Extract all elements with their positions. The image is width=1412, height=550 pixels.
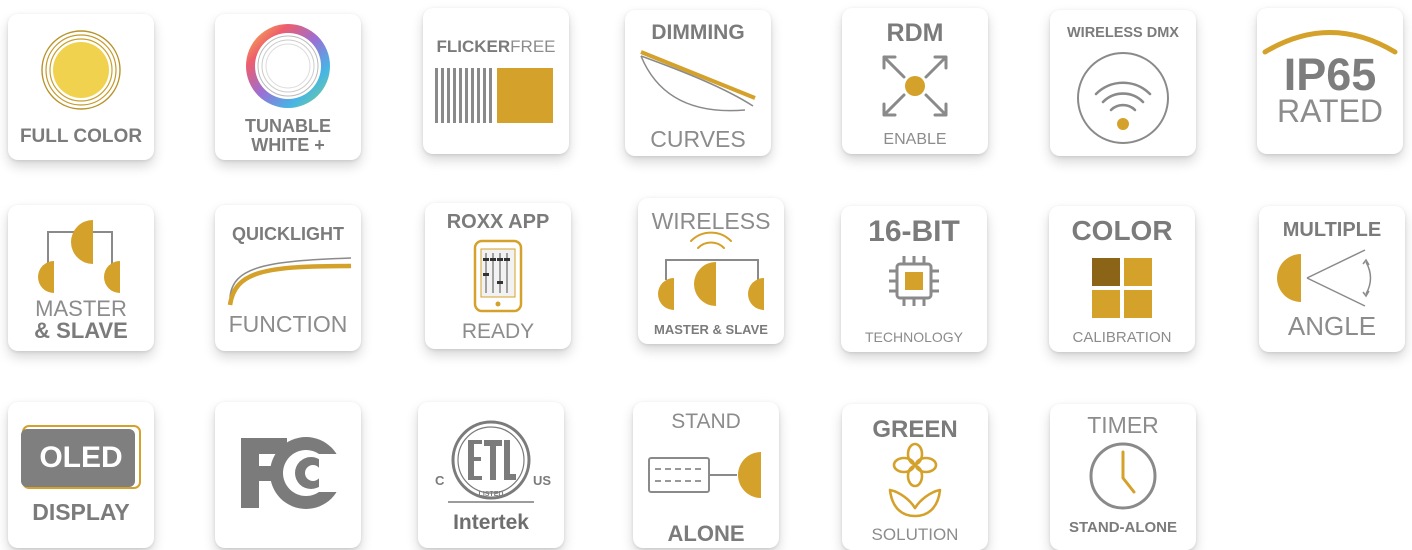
badge-flicker-free: FLICKERFREE (423, 8, 569, 154)
badge-label-line2: ANGLE (1287, 311, 1377, 341)
badge-label-line2: CURVES (650, 126, 746, 152)
badge-label-intertek: Intertek (453, 511, 529, 534)
badge-rdm-enable: RDM ENABLE (842, 8, 988, 154)
badge-label-line2: ALONE (667, 521, 745, 546)
badge-label-line1: MASTER (35, 296, 127, 321)
badge-label-line2: RATED (1276, 93, 1384, 129)
badge-label-line2: ENABLE (883, 131, 947, 148)
badge-label-line2: & SLAVE (34, 318, 128, 343)
badge-label-us: US (532, 473, 551, 488)
badge-timer: TIMER STAND-ALONE (1050, 404, 1196, 550)
badge-wireless-master-slave: WIRELESS MASTER & SLAVE (638, 198, 784, 344)
badge-label-c: C (435, 473, 445, 488)
badge-label-line2: TECHNOLOGY (864, 329, 963, 345)
badge-fc (215, 402, 361, 548)
badge-roxx-app: ROXX APP READY (425, 203, 571, 349)
badge-oled-display: OLED DISPLAY (8, 402, 154, 548)
badge-multiple-angle: MULTIPLE ANGLE (1259, 206, 1405, 352)
badge-tunable-white: TUNABLE WHITE + (215, 14, 361, 160)
badge-color-calibration: COLOR CALIBRATION (1049, 206, 1195, 352)
badge-ip65-rated: IP65 RATED (1257, 8, 1403, 154)
oled-screen-icon (21, 425, 141, 489)
badge-quicklight-function: QUICKLIGHT FUNCTION (215, 205, 361, 351)
badge-etl-listed: C US LISTED Intertek (418, 402, 564, 548)
badge-label: FULL COLOR (19, 126, 143, 147)
badge-green-solution: GREEN SOLUTION (842, 404, 988, 550)
badge-label-line2: DISPLAY (32, 499, 130, 525)
badge-label-line2: FUNCTION (228, 311, 348, 337)
badge-label-line1: TUNABLE (245, 116, 331, 136)
badge-16-bit: 16-BIT TECHNOLOGY (841, 206, 987, 352)
badge-stand-alone: STAND ALONE (633, 402, 779, 548)
badge-label-line2: WHITE + (251, 135, 325, 155)
badge-label-line2: STAND-ALONE (1068, 519, 1178, 536)
badge-full-color: FULL COLOR (8, 14, 154, 160)
wifi-icon (1077, 52, 1169, 144)
badge-label-line2: READY (461, 320, 535, 343)
badge-master-slave: MASTER & SLAVE (8, 205, 154, 351)
badge-label-line1: OLED (39, 441, 123, 474)
badge-dimming-curves: DIMMING CURVES (625, 10, 771, 156)
badge-wireless-dmx: WIRELESS DMX (1050, 10, 1196, 156)
fcc-logo-icon (241, 437, 347, 509)
badge-label-line2: CALIBRATION (1072, 329, 1172, 346)
badge-label-line2: SOLUTION (871, 525, 959, 544)
flicker-stripes-icon (435, 68, 553, 123)
badge-label-line1: IP65 (1283, 49, 1377, 100)
badge-label-line2: MASTER & SLAVE (654, 322, 768, 337)
badge-label-listed: LISTED (478, 491, 504, 498)
